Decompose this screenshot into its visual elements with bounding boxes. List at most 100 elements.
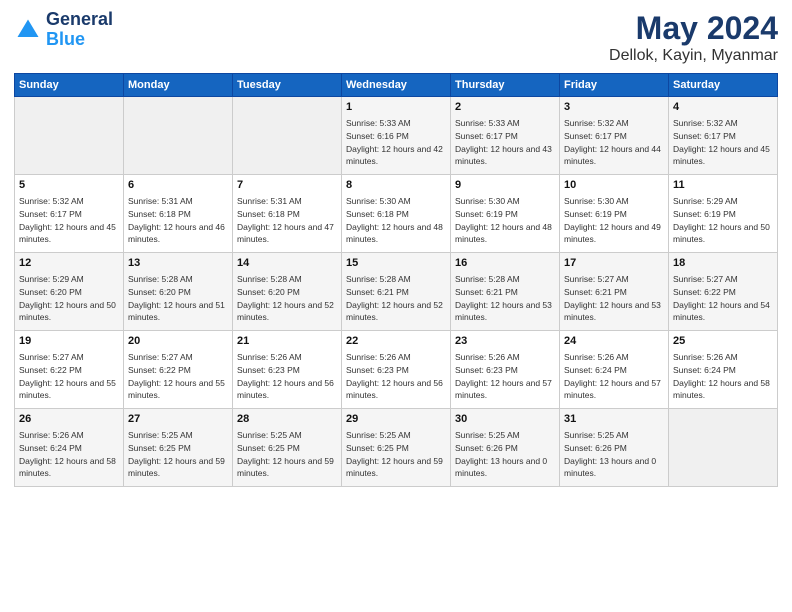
calendar-cell: 14 Sunrise: 5:28 AMSunset: 6:20 PMDayligh… xyxy=(233,253,342,331)
logo: GeneralBlue xyxy=(14,10,113,50)
day-header-monday: Monday xyxy=(124,74,233,97)
date-number: 18 xyxy=(673,256,773,271)
cell-info: Sunrise: 5:28 AMSunset: 6:20 PMDaylight:… xyxy=(128,274,225,322)
calendar-cell: 16 Sunrise: 5:28 AMSunset: 6:21 PMDayligh… xyxy=(451,253,560,331)
cell-info: Sunrise: 5:33 AMSunset: 6:16 PMDaylight:… xyxy=(346,118,443,166)
calendar-cell: 2 Sunrise: 5:33 AMSunset: 6:17 PMDaylight… xyxy=(451,97,560,175)
cell-info: Sunrise: 5:25 AMSunset: 6:25 PMDaylight:… xyxy=(128,430,225,478)
cell-info: Sunrise: 5:30 AMSunset: 6:18 PMDaylight:… xyxy=(346,196,443,244)
date-number: 29 xyxy=(346,412,446,427)
cell-info: Sunrise: 5:26 AMSunset: 6:24 PMDaylight:… xyxy=(19,430,116,478)
cell-info: Sunrise: 5:25 AMSunset: 6:26 PMDaylight:… xyxy=(455,430,547,478)
calendar-cell xyxy=(15,97,124,175)
date-number: 3 xyxy=(564,100,664,115)
date-number: 5 xyxy=(19,178,119,193)
date-number: 8 xyxy=(346,178,446,193)
cell-info: Sunrise: 5:33 AMSunset: 6:17 PMDaylight:… xyxy=(455,118,552,166)
calendar-cell: 8 Sunrise: 5:30 AMSunset: 6:18 PMDaylight… xyxy=(342,175,451,253)
cell-info: Sunrise: 5:25 AMSunset: 6:25 PMDaylight:… xyxy=(237,430,334,478)
date-number: 26 xyxy=(19,412,119,427)
calendar-cell: 28Sunrise: 5:25 AMSunset: 6:25 PMDayligh… xyxy=(233,409,342,487)
calendar-cell: 21 Sunrise: 5:26 AMSunset: 6:23 PMDayligh… xyxy=(233,331,342,409)
calendar-cell: 10 Sunrise: 5:30 AMSunset: 6:19 PMDayligh… xyxy=(560,175,669,253)
day-header-saturday: Saturday xyxy=(669,74,778,97)
calendar-cell: 30 Sunrise: 5:25 AMSunset: 6:26 PMDayligh… xyxy=(451,409,560,487)
date-number: 21 xyxy=(237,334,337,349)
date-number: 7 xyxy=(237,178,337,193)
day-header-friday: Friday xyxy=(560,74,669,97)
date-number: 11 xyxy=(673,178,773,193)
date-number: 13 xyxy=(128,256,228,271)
calendar-cell: 13 Sunrise: 5:28 AMSunset: 6:20 PMDayligh… xyxy=(124,253,233,331)
cell-info: Sunrise: 5:25 AMSunset: 6:26 PMDaylight:… xyxy=(564,430,656,478)
day-header-sunday: Sunday xyxy=(15,74,124,97)
day-header-tuesday: Tuesday xyxy=(233,74,342,97)
calendar-cell: 9 Sunrise: 5:30 AMSunset: 6:19 PMDaylight… xyxy=(451,175,560,253)
date-number: 4 xyxy=(673,100,773,115)
calendar-cell: 26 Sunrise: 5:26 AMSunset: 6:24 PMDayligh… xyxy=(15,409,124,487)
cell-info: Sunrise: 5:26 AMSunset: 6:24 PMDaylight:… xyxy=(564,352,661,400)
calendar-cell: 5 Sunrise: 5:32 AMSunset: 6:17 PMDaylight… xyxy=(15,175,124,253)
date-number: 25 xyxy=(673,334,773,349)
cell-info: Sunrise: 5:30 AMSunset: 6:19 PMDaylight:… xyxy=(564,196,661,244)
cell-info: Sunrise: 5:29 AMSunset: 6:20 PMDaylight:… xyxy=(19,274,116,322)
day-header-wednesday: Wednesday xyxy=(342,74,451,97)
date-number: 19 xyxy=(19,334,119,349)
cell-info: Sunrise: 5:31 AMSunset: 6:18 PMDaylight:… xyxy=(237,196,334,244)
calendar-cell: 31 Sunrise: 5:25 AMSunset: 6:26 PMDayligh… xyxy=(560,409,669,487)
cell-info: Sunrise: 5:31 AMSunset: 6:18 PMDaylight:… xyxy=(128,196,225,244)
date-number: 6 xyxy=(128,178,228,193)
calendar-cell: 11 Sunrise: 5:29 AMSunset: 6:19 PMDayligh… xyxy=(669,175,778,253)
date-number: 15 xyxy=(346,256,446,271)
page-header: GeneralBlue May 2024 Dellok, Kayin, Myan… xyxy=(14,10,778,65)
date-number: 2 xyxy=(455,100,555,115)
title-block: May 2024 Dellok, Kayin, Myanmar xyxy=(609,10,778,65)
calendar-cell: 17 Sunrise: 5:27 AMSunset: 6:21 PMDayligh… xyxy=(560,253,669,331)
date-number: 24 xyxy=(564,334,664,349)
calendar-cell: 6 Sunrise: 5:31 AMSunset: 6:18 PMDaylight… xyxy=(124,175,233,253)
cell-info: Sunrise: 5:27 AMSunset: 6:22 PMDaylight:… xyxy=(19,352,116,400)
date-number: 14 xyxy=(237,256,337,271)
calendar-cell xyxy=(124,97,233,175)
calendar-table: SundayMondayTuesdayWednesdayThursdayFrid… xyxy=(14,73,778,487)
cell-info: Sunrise: 5:26 AMSunset: 6:23 PMDaylight:… xyxy=(346,352,443,400)
date-number: 16 xyxy=(455,256,555,271)
cell-info: Sunrise: 5:27 AMSunset: 6:21 PMDaylight:… xyxy=(564,274,661,322)
cell-info: Sunrise: 5:26 AMSunset: 6:24 PMDaylight:… xyxy=(673,352,770,400)
cell-info: Sunrise: 5:26 AMSunset: 6:23 PMDaylight:… xyxy=(455,352,552,400)
calendar-cell: 27 Sunrise: 5:25 AMSunset: 6:25 PMDayligh… xyxy=(124,409,233,487)
calendar-cell: 25 Sunrise: 5:26 AMSunset: 6:24 PMDayligh… xyxy=(669,331,778,409)
cell-info: Sunrise: 5:28 AMSunset: 6:21 PMDaylight:… xyxy=(346,274,443,322)
date-number: 30 xyxy=(455,412,555,427)
cell-info: Sunrise: 5:26 AMSunset: 6:23 PMDaylight:… xyxy=(237,352,334,400)
date-number: 9 xyxy=(455,178,555,193)
date-number: 1 xyxy=(346,100,446,115)
date-number: 31 xyxy=(564,412,664,427)
cell-info: Sunrise: 5:30 AMSunset: 6:19 PMDaylight:… xyxy=(455,196,552,244)
calendar-cell: 7 Sunrise: 5:31 AMSunset: 6:18 PMDaylight… xyxy=(233,175,342,253)
day-header-thursday: Thursday xyxy=(451,74,560,97)
calendar-cell: 3 Sunrise: 5:32 AMSunset: 6:17 PMDaylight… xyxy=(560,97,669,175)
calendar-cell: 29Sunrise: 5:25 AMSunset: 6:25 PMDayligh… xyxy=(342,409,451,487)
cell-info: Sunrise: 5:32 AMSunset: 6:17 PMDaylight:… xyxy=(673,118,770,166)
date-number: 23 xyxy=(455,334,555,349)
cell-info: Sunrise: 5:32 AMSunset: 6:17 PMDaylight:… xyxy=(19,196,116,244)
logo-text: GeneralBlue xyxy=(46,10,113,50)
calendar-cell: 24 Sunrise: 5:26 AMSunset: 6:24 PMDayligh… xyxy=(560,331,669,409)
cell-info: Sunrise: 5:27 AMSunset: 6:22 PMDaylight:… xyxy=(673,274,770,322)
cell-info: Sunrise: 5:32 AMSunset: 6:17 PMDaylight:… xyxy=(564,118,661,166)
calendar-cell: 22Sunrise: 5:26 AMSunset: 6:23 PMDayligh… xyxy=(342,331,451,409)
cell-info: Sunrise: 5:28 AMSunset: 6:21 PMDaylight:… xyxy=(455,274,552,322)
cell-info: Sunrise: 5:28 AMSunset: 6:20 PMDaylight:… xyxy=(237,274,334,322)
subtitle: Dellok, Kayin, Myanmar xyxy=(609,47,778,65)
date-number: 27 xyxy=(128,412,228,427)
calendar-cell: 15 Sunrise: 5:28 AMSunset: 6:21 PMDayligh… xyxy=(342,253,451,331)
date-number: 17 xyxy=(564,256,664,271)
calendar-cell: 23 Sunrise: 5:26 AMSunset: 6:23 PMDayligh… xyxy=(451,331,560,409)
calendar-cell xyxy=(669,409,778,487)
cell-info: Sunrise: 5:29 AMSunset: 6:19 PMDaylight:… xyxy=(673,196,770,244)
date-number: 20 xyxy=(128,334,228,349)
calendar-cell: 4 Sunrise: 5:32 AMSunset: 6:17 PMDaylight… xyxy=(669,97,778,175)
calendar-cell: 12Sunrise: 5:29 AMSunset: 6:20 PMDayligh… xyxy=(15,253,124,331)
date-number: 10 xyxy=(564,178,664,193)
